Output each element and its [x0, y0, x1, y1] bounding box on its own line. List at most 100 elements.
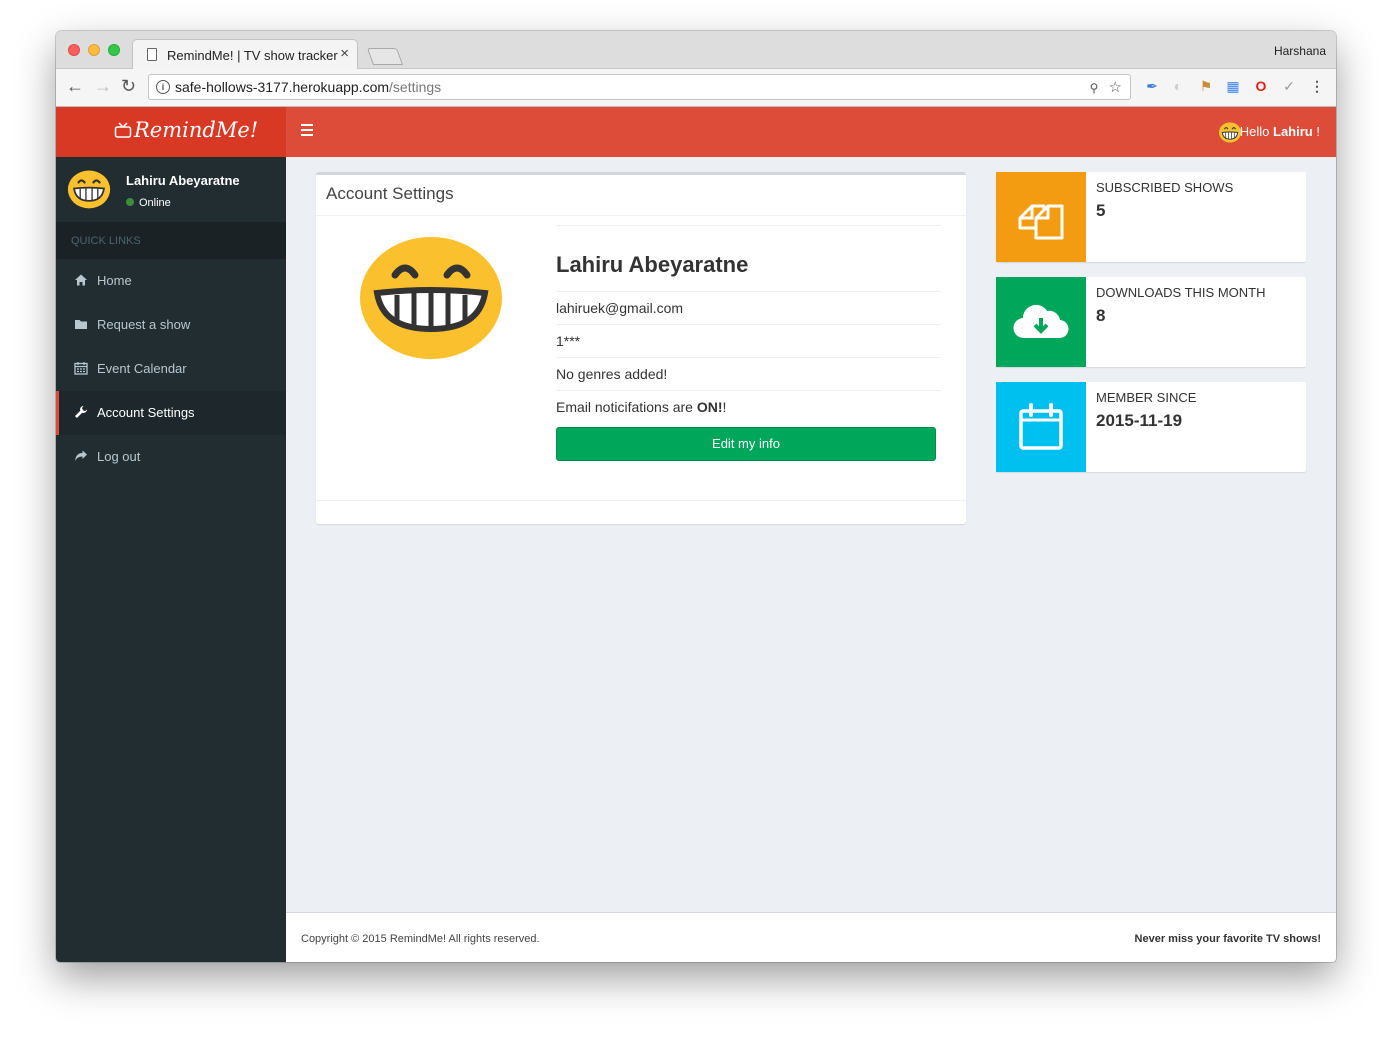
forward-arrow-icon[interactable]: → [94, 77, 112, 95]
info-box-label: SUBSCRIBED SHOWS [1096, 180, 1234, 195]
extension-opera-icon[interactable]: O [1253, 78, 1269, 94]
quick-links-header: QUICK LINKS [56, 222, 286, 259]
sidebar-item-label: Account Settings [97, 405, 195, 420]
url-path: /settings [389, 79, 442, 95]
footer-copyright: Copyright © 2015 RemindMe! All rights re… [301, 933, 540, 945]
email-notif-prefix: Email noticifations are [556, 399, 693, 415]
minimize-window-button[interactable] [88, 44, 100, 56]
info-box-icon-bg [996, 172, 1086, 262]
app-root: RemindMe! Hello Lahiru ! Lahiru Abeyarat… [56, 107, 1336, 962]
sidebar-item-label: Event Calendar [97, 361, 187, 376]
sidebar-toggle-icon[interactable] [301, 124, 313, 139]
account-settings-box: Account Settings Lahiru Abeyaratne lahir… [316, 172, 966, 524]
browser-tab-bar: RemindMe! | TV show tracker × Harshana [56, 31, 1336, 69]
calendar-icon [74, 362, 88, 375]
top-navbar: Hello Lahiru ! [286, 107, 1336, 157]
address-bar[interactable]: i safe-hollows-3177.herokuapp.com/settin… [148, 74, 1131, 100]
tab-title: RemindMe! | TV show tracker [167, 48, 338, 63]
info-box-subscribed-shows: SUBSCRIBED SHOWS 5 [996, 172, 1306, 262]
info-box-downloads: DOWNLOADS THIS MONTH 8 [996, 277, 1306, 367]
sidebar-item-home[interactable]: Home [56, 259, 286, 303]
reload-icon[interactable]: ↻ [121, 77, 136, 95]
page-footer: Copyright © 2015 RemindMe! All rights re… [286, 912, 1336, 962]
extension-dropper-icon[interactable]: ✒ [1144, 78, 1160, 94]
info-box-value: 5 [1096, 201, 1106, 220]
document-icon [147, 48, 157, 61]
logo-text: RemindMe! [134, 118, 259, 142]
user-status-label: Online [139, 197, 171, 209]
sidebar-item-label: Home [97, 273, 132, 288]
tab-close-icon[interactable]: × [340, 45, 349, 62]
folder-icon [75, 320, 87, 329]
browser-window: RemindMe! | TV show tracker × Harshana ←… [56, 31, 1336, 962]
logo-area[interactable]: RemindMe! [56, 107, 286, 157]
info-box-label: MEMBER SINCE [1096, 390, 1197, 405]
sidebar-item-account-settings[interactable]: Account Settings [56, 391, 286, 435]
email-notif-value: ON! [696, 399, 723, 415]
sidebar: Lahiru Abeyaratne Online QUICK LINKS Hom… [56, 157, 286, 962]
user-status: Online [126, 197, 171, 209]
site-info-icon[interactable]: i [156, 80, 170, 94]
browser-menu-icon[interactable]: ⋮ [1309, 78, 1325, 94]
online-dot-icon [126, 198, 134, 206]
sidebar-item-event-calendar[interactable]: Event Calendar [56, 347, 286, 391]
extension-broom-icon[interactable]: ✓ [1281, 78, 1297, 94]
info-box-label: DOWNLOADS THIS MONTH [1096, 285, 1266, 300]
maximize-window-button[interactable] [108, 44, 120, 56]
omnibox-actions: ⚲ ☆ [1090, 78, 1122, 96]
hello-name: Lahiru [1273, 124, 1313, 139]
sidebar-item-label: Request a show [97, 317, 191, 332]
hello-user[interactable]: Hello Lahiru ! [1240, 124, 1320, 139]
user-name: Lahiru Abeyaratne [126, 173, 240, 188]
back-arrow-icon[interactable]: ← [66, 77, 84, 95]
main-content: Account Settings Lahiru Abeyaratne lahir… [286, 157, 1336, 912]
divider [316, 500, 966, 501]
info-box-member-since: MEMBER SINCE 2015-11-19 [996, 382, 1306, 472]
email-notif-suffix: ! [722, 399, 727, 415]
new-tab-button[interactable] [366, 48, 404, 65]
browser-profile-name[interactable]: Harshana [1274, 44, 1326, 58]
user-panel: Lahiru Abeyaratne Online [56, 157, 286, 222]
profile-name: Lahiru Abeyaratne [556, 226, 941, 292]
browser-tab[interactable]: RemindMe! | TV show tracker × [132, 39, 358, 69]
divider [316, 215, 966, 216]
profile-email: lahiruek@gmail.com [556, 292, 941, 325]
cloud-download-icon [1013, 304, 1069, 339]
info-box-icon-bg [996, 277, 1086, 367]
profile-genres: No genres added! [556, 358, 941, 391]
profile-details: Lahiru Abeyaratne lahiruek@gmail.com 1**… [556, 225, 941, 461]
box-title: Account Settings [326, 184, 454, 203]
extension-circle-icon[interactable]: ◐ [1170, 78, 1186, 94]
browser-toolbar: ← → ↻ i safe-hollows-3177.herokuapp.com/… [56, 69, 1336, 107]
calendar-icon [1019, 403, 1063, 450]
tv-logo-icon [114, 122, 132, 138]
profile-email-notifications: Email noticifations are ON!! [556, 391, 941, 423]
key-icon[interactable]: ⚲ [1090, 81, 1099, 95]
hello-suffix: ! [1316, 124, 1320, 139]
extension-flag-icon[interactable]: ⚑ [1198, 78, 1214, 94]
info-box-icon-bg [996, 382, 1086, 472]
info-box-value: 2015-11-19 [1096, 411, 1183, 430]
extension-translate-icon[interactable]: ▦ [1225, 78, 1241, 94]
home-icon [75, 274, 87, 286]
edit-info-button[interactable]: Edit my info [556, 427, 936, 461]
profile-password: 1*** [556, 325, 941, 358]
url-host: safe-hollows-3177.herokuapp.com [175, 79, 390, 95]
close-window-button[interactable] [68, 44, 80, 56]
info-box-value: 8 [1096, 306, 1106, 325]
wrench-icon [75, 406, 87, 418]
bookmark-star-icon[interactable]: ☆ [1109, 79, 1122, 96]
url-text: safe-hollows-3177.herokuapp.com/settings [175, 79, 441, 95]
grinning-face-profile-icon [360, 237, 502, 359]
sidebar-item-request-show[interactable]: Request a show [56, 303, 286, 347]
files-icon [1018, 204, 1064, 240]
quick-links-label: QUICK LINKS [71, 235, 141, 247]
hello-prefix: Hello [1239, 124, 1270, 139]
sidebar-item-log-out[interactable]: Log out [56, 435, 286, 479]
grinning-face-avatar-icon [67, 170, 111, 209]
sidebar-item-label: Log out [97, 449, 141, 464]
sidebar-menu: Home Request a show Event Calendar Accou… [56, 259, 286, 479]
grinning-face-avatar-icon[interactable] [1218, 120, 1242, 144]
footer-tagline: Never miss your favorite TV shows! [1134, 933, 1321, 945]
share-icon [75, 450, 87, 461]
